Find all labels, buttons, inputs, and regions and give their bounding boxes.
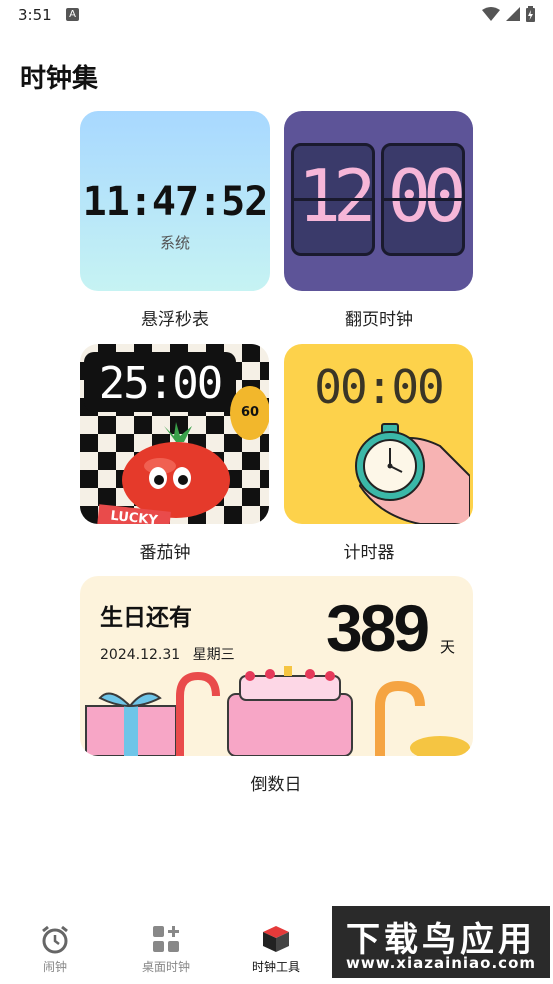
flip-clock-label: 翻页时钟 (345, 310, 413, 330)
stopwatch-label: 悬浮秒表 (141, 310, 209, 330)
tomato-icon (122, 422, 230, 518)
countdown-title: 生日还有 (100, 605, 192, 631)
notification-icon: A (66, 8, 79, 21)
nav-item-alarm[interactable]: 闹钟 (5, 910, 105, 975)
pomodoro-label: 番茄钟 (139, 543, 191, 563)
flip-seam (384, 198, 462, 201)
watermark-url: www.xiazainiao.com (345, 954, 537, 972)
pomodoro-time: 25:00 (98, 358, 223, 409)
widgets-icon (153, 926, 179, 952)
battery-icon (526, 6, 535, 22)
alarm-clock-icon (42, 925, 68, 954)
countdown-card[interactable]: 生日还有 2024.12.31 星期三 389 天 (80, 576, 473, 756)
flip-minutes-digits: 00 (387, 154, 467, 238)
page-title: 时钟集 (20, 64, 99, 94)
countdown-days: 389 (326, 591, 430, 665)
status-time: 3:51 (18, 6, 52, 24)
timer-card[interactable]: 00:00 (284, 344, 473, 524)
stopwatch-hand-icon (355, 423, 470, 524)
flip-hours-digits: 12 (297, 154, 377, 238)
signal-icon (506, 7, 520, 21)
cube-icon (263, 926, 289, 952)
countdown-label: 倒数日 (250, 775, 302, 795)
nav-item-clock-tools[interactable]: 时钟工具 (226, 910, 326, 975)
countdown-weekday: 星期三 (192, 647, 235, 663)
watermark: 下载鸟应用 www.xiazainiao.com (332, 906, 550, 978)
status-bar: 3:51 A (0, 0, 553, 30)
wifi-icon (482, 7, 500, 21)
nav-item-desktop-clock[interactable]: 桌面时钟 (116, 910, 216, 975)
countdown-date-value: 2024.12.31 (100, 647, 181, 663)
flip-clock-card[interactable]: 12 00 (284, 111, 473, 291)
status-icons (482, 6, 535, 22)
stopwatch-subtitle: 系统 (159, 234, 190, 252)
timer-time: 00:00 (314, 360, 444, 414)
birthday-cake-illustration (85, 666, 470, 756)
pomodoro-card[interactable]: 25:00 60 LUCKY (80, 344, 269, 524)
countdown-unit: 天 (440, 638, 456, 656)
flip-hours: 12 (291, 143, 377, 256)
nav-label-desktop-clock: 桌面时钟 (141, 960, 190, 974)
nav-label-clock-tools: 时钟工具 (251, 960, 300, 974)
stopwatch-card[interactable]: 11:47:52 系统 (80, 111, 270, 291)
timer-label: 计时器 (343, 543, 395, 563)
flip-minutes: 00 (381, 143, 467, 256)
flip-seam (294, 198, 372, 201)
pomodoro-time-box: 25:00 (84, 352, 236, 412)
countdown-date: 2024.12.31 星期三 (100, 644, 235, 664)
stopwatch-time: 11:47:52 (82, 179, 269, 225)
nav-label-alarm: 闹钟 (42, 960, 67, 974)
